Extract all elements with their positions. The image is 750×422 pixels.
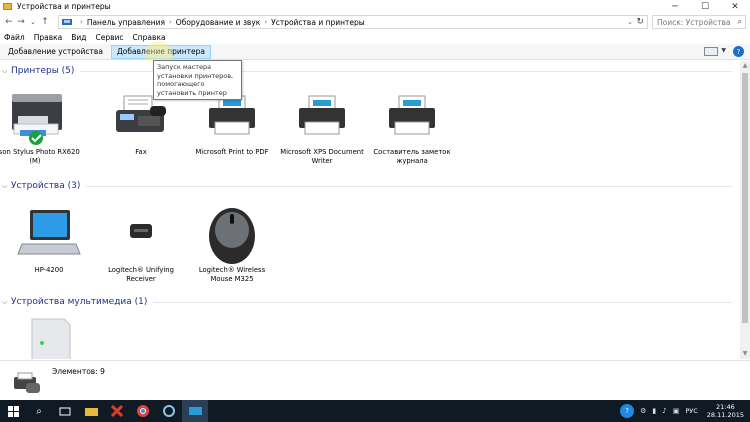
group-divider bbox=[153, 301, 732, 303]
forward-button[interactable]: → bbox=[15, 15, 27, 29]
group-title-multimedia: Устройства мультимедиа (1) bbox=[11, 297, 148, 307]
search-icon[interactable]: ⌕ bbox=[738, 17, 742, 27]
menu-tools[interactable]: Сервис bbox=[96, 33, 124, 42]
search-icon[interactable]: ⌕ bbox=[26, 400, 52, 422]
device-epson-printer[interactable]: Epson Stylus Photo RX620 (M) bbox=[0, 86, 80, 166]
view-dropdown-icon[interactable]: ▼ bbox=[721, 47, 726, 54]
file-explorer-icon[interactable] bbox=[78, 400, 104, 422]
devices-folder-icon bbox=[3, 3, 12, 10]
recent-locations-dropdown[interactable]: ⌄ bbox=[27, 15, 39, 29]
menu-view[interactable]: Вид bbox=[71, 33, 86, 42]
device-label: HP-4200 bbox=[34, 266, 64, 274]
collapse-chevron-icon[interactable]: ⌵ bbox=[2, 67, 11, 76]
device-unifying-receiver[interactable]: Logitech® Unifying Receiver bbox=[96, 204, 186, 284]
change-view-icon[interactable] bbox=[704, 47, 718, 56]
title-bar: Устройства и принтеры ─ ☐ ✕ bbox=[0, 0, 750, 13]
breadcrumb-hardware-sound[interactable]: Оборудование и звук bbox=[176, 18, 261, 27]
devices-view: ⌵ Принтеры (5) Epson Stylus Photo RX620 … bbox=[0, 61, 750, 359]
search-input[interactable] bbox=[657, 17, 733, 27]
address-dropdown-icon[interactable]: ⌄ bbox=[627, 18, 633, 26]
task-view-icon[interactable] bbox=[52, 400, 78, 422]
breadcrumb-separator-icon: › bbox=[264, 18, 268, 26]
media-device-icon bbox=[31, 318, 71, 359]
device-xps-writer[interactable]: Microsoft XPS Document Writer bbox=[277, 86, 367, 166]
device-hp-4200[interactable]: HP-4200 bbox=[4, 204, 94, 275]
menu-edit[interactable]: Правка bbox=[34, 33, 63, 42]
usb-receiver-icon bbox=[130, 224, 152, 238]
vertical-scrollbar[interactable]: ▲ ▼ bbox=[740, 61, 750, 359]
add-printer-tooltip: Запуск мастера установки принтеров, помо… bbox=[153, 60, 242, 100]
help-icon[interactable]: ? bbox=[733, 46, 744, 57]
scroll-down-icon[interactable]: ▼ bbox=[740, 349, 750, 359]
control-panel-task-icon[interactable] bbox=[182, 400, 208, 422]
printer-icon bbox=[389, 95, 435, 135]
device-label: Fax bbox=[135, 148, 147, 156]
window-controls: ─ ☐ ✕ bbox=[660, 0, 750, 13]
command-bar: Добавление устройства Добавление принтер… bbox=[0, 44, 750, 60]
breadcrumb-separator-icon: › bbox=[168, 18, 172, 26]
group-printers[interactable]: ⌵ Принтеры (5) bbox=[2, 64, 732, 78]
menu-file[interactable]: Файл bbox=[4, 33, 25, 42]
group-multimedia[interactable]: ⌵ Устройства мультимедиа (1) bbox=[2, 295, 732, 309]
settings-icon[interactable]: ⚙ bbox=[640, 407, 646, 415]
up-button[interactable]: ↑ bbox=[39, 15, 51, 29]
help-icon[interactable]: ? bbox=[620, 404, 635, 418]
item-count: Элементов: 9 bbox=[52, 367, 105, 376]
language-indicator[interactable]: РУС bbox=[685, 407, 697, 415]
clock[interactable]: 21:46 28.11.2015 bbox=[707, 403, 744, 419]
app-x-icon[interactable] bbox=[104, 400, 130, 422]
refresh-icon[interactable]: ↻ bbox=[636, 17, 644, 27]
time: 21:46 bbox=[716, 403, 735, 411]
mouse-icon bbox=[209, 208, 255, 264]
device-journal-note-writer[interactable]: Составитель заметок журнала bbox=[367, 86, 457, 166]
device-label: Microsoft XPS Document Writer bbox=[280, 148, 364, 165]
device-label: Logitech® Wireless Mouse M325 bbox=[198, 266, 266, 283]
search-box[interactable]: ⌕ bbox=[652, 15, 746, 29]
device-label: Составитель заметок журнала bbox=[373, 148, 451, 165]
device-wireless-mouse[interactable]: Logitech® Wireless Mouse M325 bbox=[187, 204, 277, 284]
network-icon[interactable]: ▮ bbox=[652, 407, 656, 415]
breadcrumb-devices-printers[interactable]: Устройства и принтеры bbox=[271, 18, 365, 27]
date: 28.11.2015 bbox=[706, 411, 744, 419]
maximize-button[interactable]: ☐ bbox=[690, 0, 720, 13]
chrome-icon[interactable] bbox=[130, 400, 156, 422]
close-button[interactable]: ✕ bbox=[720, 0, 750, 13]
minimize-button[interactable]: ─ bbox=[660, 0, 690, 13]
address-row: ← → ⌄ ↑ › Панель управления › Оборудован… bbox=[0, 13, 750, 31]
breadcrumb-separator-icon: › bbox=[80, 18, 83, 26]
collapse-chevron-icon[interactable]: ⌵ bbox=[2, 298, 11, 307]
scroll-up-icon[interactable]: ▲ bbox=[740, 61, 750, 71]
notification-icon[interactable]: ▣ bbox=[673, 407, 680, 415]
volume-icon[interactable]: ♪ bbox=[662, 407, 666, 415]
breadcrumb-control-panel[interactable]: Панель управления bbox=[87, 18, 165, 27]
laptop-icon bbox=[17, 210, 81, 255]
add-device-button[interactable]: Добавление устройства bbox=[3, 45, 108, 59]
details-pane: Элементов: 9 bbox=[0, 360, 750, 400]
device-label: Epson Stylus Photo RX620 (M) bbox=[0, 148, 80, 165]
system-tray: ? ⚙ ▮ ♪ ▣ РУС 21:46 28.11.2015 bbox=[617, 400, 750, 422]
group-divider bbox=[86, 185, 732, 187]
device-label: Logitech® Unifying Receiver bbox=[108, 266, 174, 283]
devices-printers-icon bbox=[14, 372, 40, 393]
group-title-devices: Устройства (3) bbox=[11, 181, 81, 191]
group-title-printers: Принтеры (5) bbox=[11, 66, 75, 76]
address-bar[interactable]: › Панель управления › Оборудование и зву… bbox=[58, 15, 648, 29]
device-label: Microsoft Print to PDF bbox=[195, 148, 269, 156]
group-devices[interactable]: ⌵ Устройства (3) bbox=[2, 179, 732, 193]
control-panel-icon bbox=[62, 19, 72, 25]
taskbar: ⌕ ? ⚙ ▮ ♪ ▣ РУС 21:46 28.11.2015 bbox=[0, 400, 750, 422]
scroll-thumb[interactable] bbox=[742, 73, 748, 323]
back-button[interactable]: ← bbox=[3, 15, 15, 29]
app-circle-icon[interactable] bbox=[156, 400, 182, 422]
printer-icon bbox=[299, 95, 345, 135]
multifunction-printer-icon bbox=[12, 94, 62, 145]
device-media-server[interactable] bbox=[4, 313, 94, 359]
window-title: Устройства и принтеры bbox=[17, 2, 111, 11]
collapse-chevron-icon[interactable]: ⌵ bbox=[2, 182, 11, 191]
menu-bar: Файл Правка Вид Сервис Справка bbox=[0, 31, 750, 44]
start-icon[interactable] bbox=[0, 400, 26, 422]
